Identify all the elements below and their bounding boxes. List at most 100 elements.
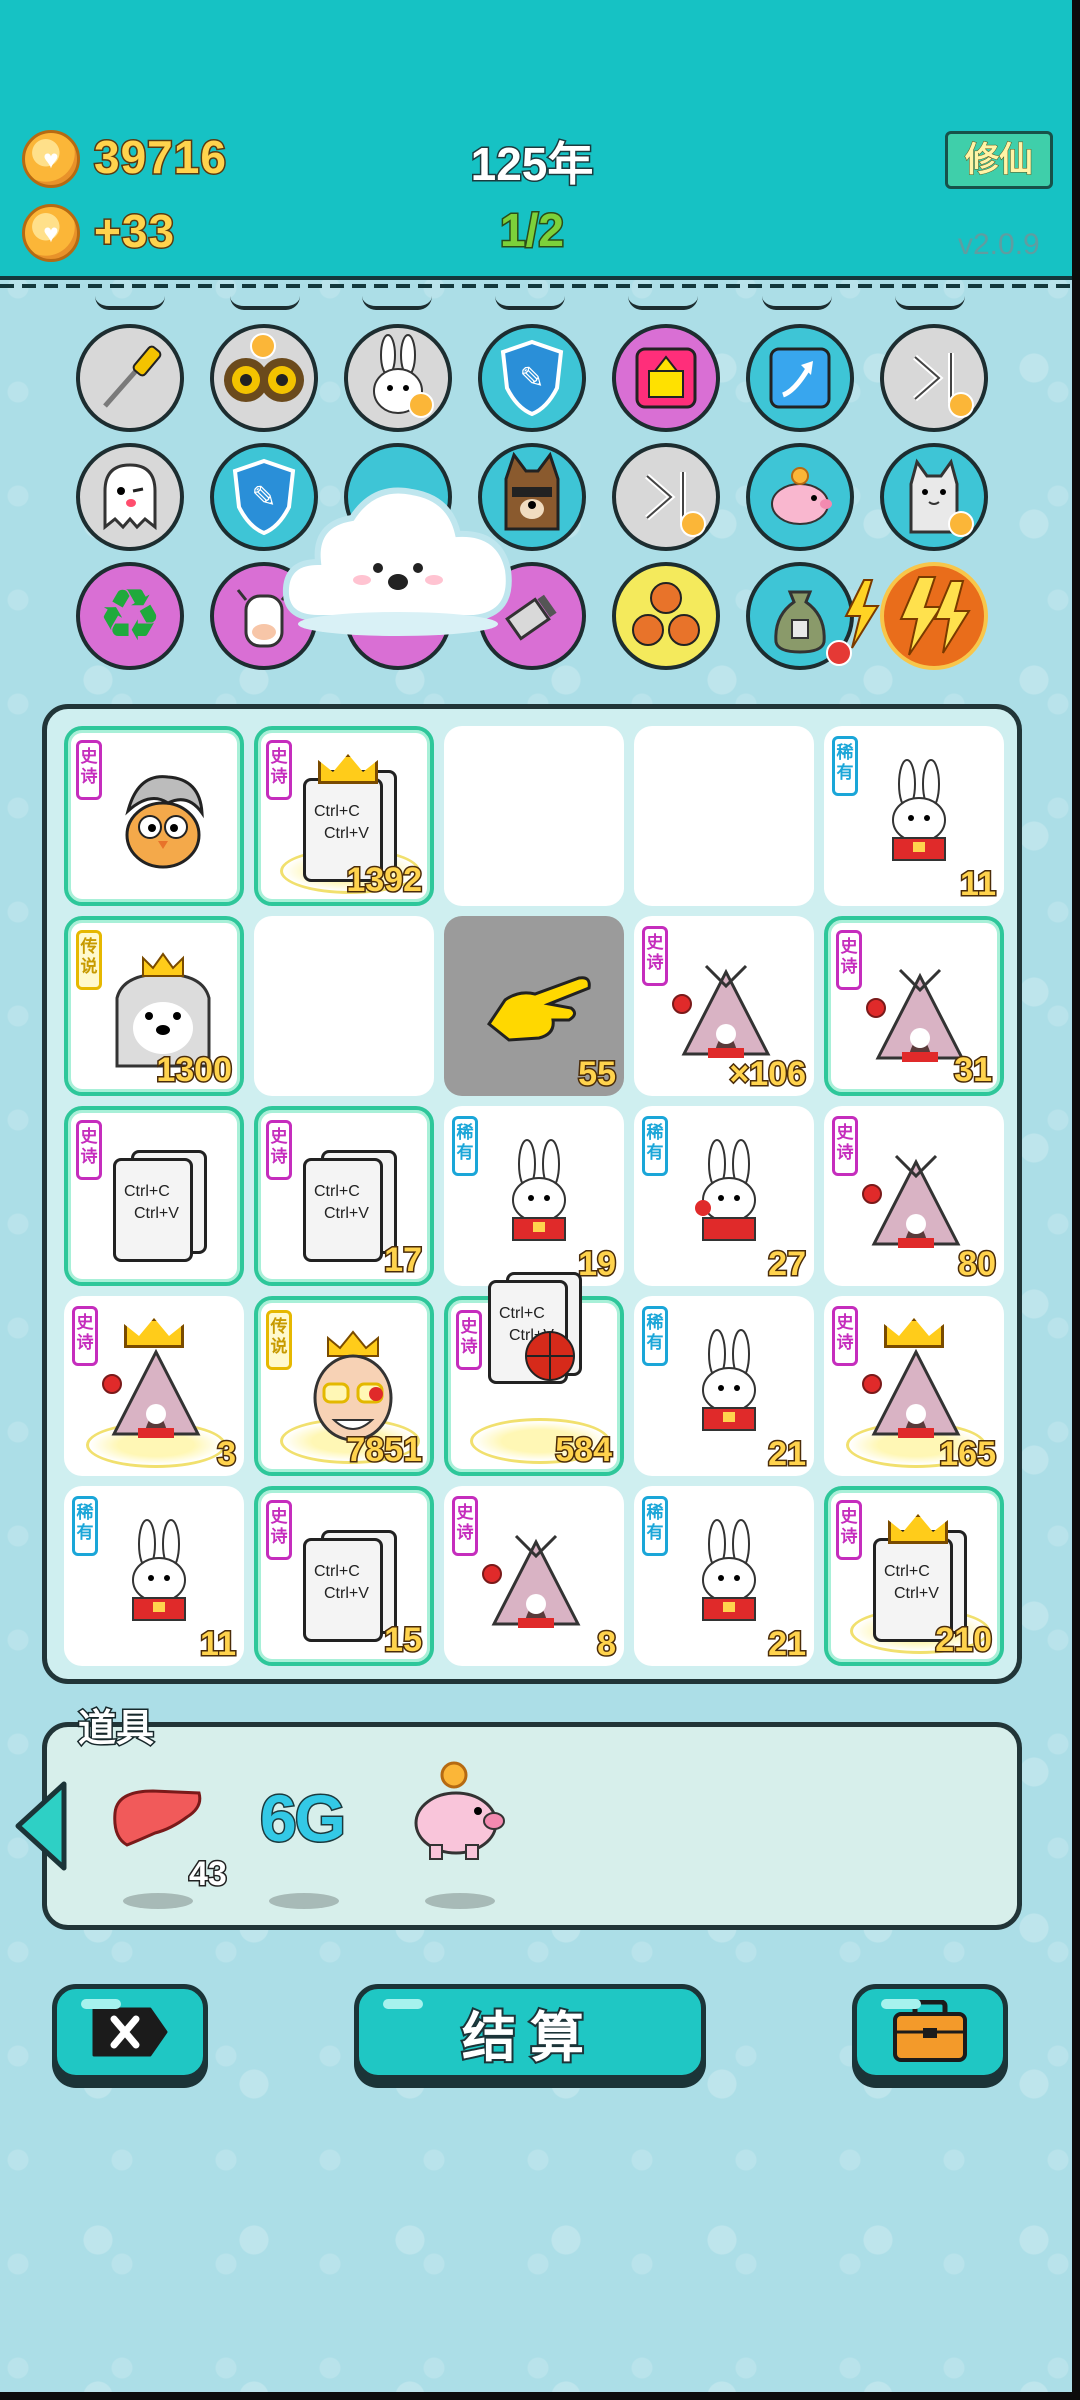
- relic-partial: [762, 296, 832, 310]
- skip-icon[interactable]: [880, 324, 988, 432]
- epic-tag: 史诗: [266, 1120, 292, 1180]
- alarm-icon[interactable]: [612, 324, 720, 432]
- board-cell-copy-paste[interactable]: 史诗 Ctrl+C Ctrl+V: [64, 1106, 244, 1286]
- heart-badge-icon: [948, 511, 974, 537]
- ghost-icon[interactable]: [76, 443, 184, 551]
- board-cell-husky-king[interactable]: 传说 1300: [64, 916, 244, 1096]
- piggy-bank-icon[interactable]: [746, 443, 854, 551]
- rabbit-tent-icon: [856, 1336, 976, 1446]
- epic-tag: 史诗: [266, 1500, 292, 1560]
- settle-button[interactable]: 结算: [354, 1984, 706, 2080]
- board-cell-rabbit[interactable]: 稀有 11: [64, 1486, 244, 1666]
- epic-tag: 史诗: [836, 930, 862, 990]
- pointing-hand-icon: [474, 936, 604, 1071]
- crown-icon: [318, 754, 378, 784]
- svg-text:✎: ✎: [519, 361, 544, 396]
- cell-value: ×106: [728, 1054, 808, 1095]
- copy-paste-cards-icon: Ctrl+C Ctrl+V: [113, 1150, 208, 1265]
- cat-icon[interactable]: [880, 443, 988, 551]
- rabbit-tent-icon: [666, 956, 786, 1066]
- discard-button[interactable]: [52, 1984, 208, 2080]
- heart-badge-icon: [250, 333, 276, 359]
- top-status-bar: ♥ 39716 ♥ +33 125年 1/2 修仙 v2.0.9: [0, 0, 1072, 288]
- skip-icon[interactable]: [612, 443, 720, 551]
- relic-partial: [895, 296, 965, 310]
- board-cell-rabbit-tent-king[interactable]: 史诗 3: [64, 1296, 244, 1476]
- rabbit-icon: [474, 1126, 604, 1261]
- recycle-icon[interactable]: ♻: [76, 562, 184, 670]
- board-cell-copy-paste[interactable]: 史诗 Ctrl+C Ctrl+V 15: [254, 1486, 434, 1666]
- item-shadow: [269, 1893, 339, 1909]
- board-cell-empty[interactable]: [634, 726, 814, 906]
- cell-value: 17: [383, 1240, 424, 1281]
- shield-wrench-icon[interactable]: ✎: [478, 324, 586, 432]
- 6g-item[interactable]: 6G: [247, 1763, 357, 1873]
- year-counter: 125年: [469, 137, 595, 192]
- piggy-bank-item[interactable]: [402, 1757, 512, 1867]
- rabbit-tent-icon: [856, 1146, 976, 1256]
- lightning-icon: [840, 578, 882, 655]
- epic-tag: 史诗: [832, 1116, 858, 1176]
- board-cell-copy-paste-king[interactable]: 史诗 Ctrl+C Ctrl+V 210: [824, 1486, 1004, 1666]
- game-board: 史诗 史诗 Ctrl+C Ctrl+V 1392 稀有 11 传说 1300 5…: [42, 704, 1022, 1684]
- items-panel: 43 6G: [42, 1722, 1022, 1930]
- board-cell-rabbit[interactable]: 稀有 21: [634, 1296, 814, 1476]
- board-cell-rabbit[interactable]: 稀有 19: [444, 1106, 624, 1286]
- board-cell-rabbit-tent[interactable]: 史诗 80: [824, 1106, 1004, 1286]
- heart-badge-icon: [948, 392, 974, 418]
- rabbit-tent-icon: [96, 1336, 216, 1446]
- relic-partial: [362, 296, 432, 310]
- basketball-icon[interactable]: [612, 562, 720, 670]
- cell-value: 11: [959, 864, 998, 905]
- rabbit-icon: [664, 1126, 794, 1261]
- board-cell-copy-paste-basketball[interactable]: 史诗 Ctrl+C Ctrl+V 584: [444, 1272, 624, 1476]
- cell-value: 21: [767, 1624, 808, 1665]
- rabbit-tent-icon: [476, 1526, 596, 1636]
- liver-count: 43: [188, 1854, 229, 1895]
- cell-value: 8: [596, 1624, 618, 1665]
- svg-text:✎: ✎: [251, 480, 276, 515]
- grey-haired-chick-icon: [98, 750, 228, 885]
- scroll-left-arrow-icon[interactable]: [12, 1780, 70, 1872]
- screwdriver-icon[interactable]: [76, 324, 184, 432]
- board-cell-rabbit[interactable]: 稀有 21: [634, 1486, 814, 1666]
- board-cell-rabbit[interactable]: 稀有 11: [824, 726, 1004, 906]
- board-cell-pointing-hand[interactable]: 55: [444, 916, 624, 1096]
- board-cell-owl-hair[interactable]: 史诗: [64, 726, 244, 906]
- board-cell-copy-paste[interactable]: 史诗 Ctrl+C Ctrl+V 17: [254, 1106, 434, 1286]
- relic-partial: [495, 296, 565, 310]
- epic-tag: 史诗: [452, 1496, 478, 1556]
- lightning-icon[interactable]: [880, 562, 988, 670]
- board-cell-rabbit-tent[interactable]: 史诗 8: [444, 1486, 624, 1666]
- delete-tag-icon: [92, 2007, 168, 2057]
- board-cell-empty[interactable]: [444, 726, 624, 906]
- crown-icon: [888, 1514, 948, 1544]
- board-cell-rabbit[interactable]: 稀有 27: [634, 1106, 814, 1286]
- cell-value: 27: [767, 1244, 808, 1285]
- cell-value: 7851: [345, 1430, 424, 1471]
- epic-tag: 史诗: [456, 1310, 482, 1370]
- board-cell-old-man-king[interactable]: 传说 7851: [254, 1296, 434, 1476]
- cell-value: 165: [938, 1434, 998, 1475]
- screen-edge: [1072, 0, 1080, 2400]
- rabbit-icon: [94, 1506, 224, 1641]
- rabbit-icon: [664, 1316, 794, 1451]
- backpack-button[interactable]: [852, 1984, 1008, 2080]
- cell-value: 19: [577, 1244, 618, 1285]
- rabbit-icon: [664, 1506, 794, 1641]
- board-cell-copy-paste-king[interactable]: 史诗 Ctrl+C Ctrl+V 1392: [254, 726, 434, 906]
- board-cell-rabbit-tent[interactable]: 史诗 31: [824, 916, 1004, 1096]
- relic-partial: [230, 296, 300, 310]
- basketball-icon: [522, 1328, 578, 1389]
- cloud-mascot-icon: [278, 478, 518, 640]
- cell-value: 1392: [345, 860, 424, 901]
- coin-total: 39716: [93, 130, 228, 185]
- board-cell-rabbit-tent-king[interactable]: 史诗 165: [824, 1296, 1004, 1476]
- bunny-icon[interactable]: [344, 324, 452, 432]
- cultivation-mode-button[interactable]: 修仙: [945, 131, 1053, 189]
- cell-value: 1300: [155, 1050, 234, 1091]
- board-cell-empty[interactable]: [254, 916, 434, 1096]
- arrow-up-icon[interactable]: [746, 324, 854, 432]
- cell-value: 21: [767, 1434, 808, 1475]
- board-cell-rabbit-tent[interactable]: 史诗 ×106: [634, 916, 814, 1096]
